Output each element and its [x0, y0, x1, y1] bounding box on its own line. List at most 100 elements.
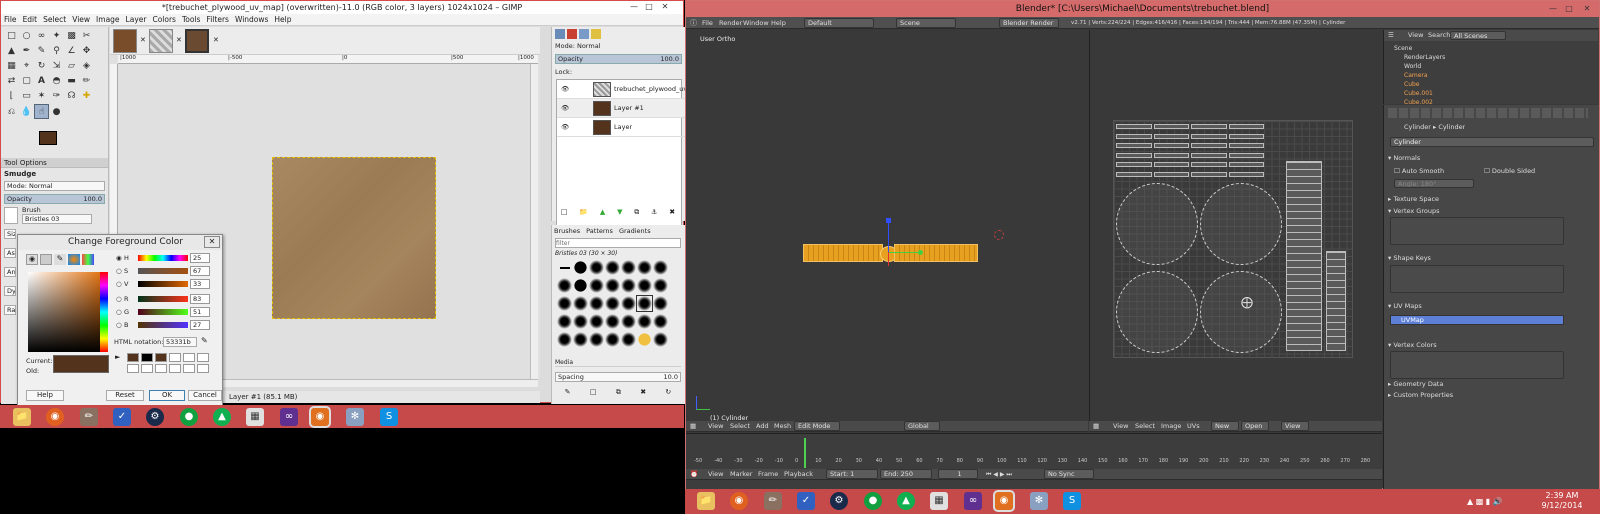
cage-icon[interactable]: ▢ [19, 74, 34, 89]
uv-circle-island[interactable] [1200, 271, 1282, 353]
uv-island[interactable] [1191, 171, 1227, 177]
channels-tab-icon[interactable] [567, 29, 577, 39]
layer-opacity-slider[interactable]: Opacity 100.0 [555, 54, 682, 64]
paths-tab-icon[interactable] [579, 29, 589, 39]
history-arrow-icon[interactable]: ► [115, 353, 120, 361]
channel-slider[interactable] [138, 309, 188, 315]
channel-row-h[interactable]: ◉ H 25 [116, 252, 220, 264]
firefox-icon[interactable]: ◉ [730, 492, 748, 510]
uv-island[interactable] [1153, 152, 1189, 158]
uv-island[interactable] [1153, 133, 1189, 139]
uv-island[interactable] [1116, 152, 1152, 158]
uv-island[interactable] [1153, 143, 1189, 148]
rate-label[interactable]: Rate [4, 305, 16, 315]
3d-viewport[interactable]: User Ortho (1) Cylinder [686, 30, 1088, 432]
bucket-fill-icon[interactable]: ◓ [49, 74, 64, 89]
app-icon[interactable]: ▲ [897, 492, 915, 510]
uv-island[interactable] [1153, 124, 1189, 129]
channel-row-g[interactable]: ○ G 51 [116, 306, 220, 318]
brush-thumb[interactable] [557, 260, 572, 275]
firefox-icon[interactable]: ◉ [46, 408, 64, 426]
properties-tabs[interactable] [1388, 108, 1588, 118]
scenes-dropdown[interactable]: All Scenes [1450, 31, 1506, 40]
foreground-color-swatch[interactable] [39, 131, 57, 145]
history-swatch[interactable] [141, 364, 153, 373]
uv-island[interactable] [1228, 171, 1264, 177]
outliner-item[interactable]: World [1394, 62, 1445, 71]
shear-icon[interactable]: ▱ [64, 59, 79, 74]
app-icon[interactable]: ● [864, 492, 882, 510]
menu-add[interactable]: Add [756, 421, 769, 431]
uv-image-editor[interactable]: ⨁ [1089, 30, 1382, 432]
z-axis-arrow[interactable] [888, 220, 889, 252]
paintbrush-icon[interactable]: ⌊ [4, 89, 19, 104]
steam-icon[interactable]: ⚙ [146, 408, 164, 426]
gimp-taskbar-icon[interactable]: ✏ [80, 408, 98, 426]
heal-icon[interactable]: ✚ [79, 89, 94, 104]
uv-island[interactable] [1191, 143, 1227, 148]
menu-layer[interactable]: Layer [123, 14, 150, 25]
outliner-item[interactable]: Camera [1394, 71, 1445, 80]
channel-value[interactable]: 27 [190, 320, 210, 330]
hue-strip[interactable] [100, 272, 108, 352]
menu-file[interactable]: File [702, 17, 713, 28]
layers-tab-icon[interactable] [555, 29, 565, 39]
menu-view[interactable]: View [1408, 30, 1423, 41]
app-icon[interactable]: ● [180, 408, 198, 426]
brush-thumb[interactable] [573, 314, 588, 329]
new-layer-icon[interactable]: □ [561, 208, 568, 218]
radio-icon[interactable]: ○ [116, 319, 122, 331]
blend-icon[interactable]: ▬ [64, 74, 79, 89]
angle-field[interactable]: Angle: 180° [1394, 179, 1474, 188]
channel-value[interactable]: 51 [190, 307, 210, 317]
start-frame-field[interactable]: Start: 1 [826, 469, 878, 479]
brush-selector[interactable]: Brush Bristles 03 [4, 206, 105, 225]
y-axis-handle[interactable] [918, 250, 923, 255]
new-brush-icon[interactable]: □ [590, 388, 597, 398]
editor-type-icon[interactable]: ⓘ [690, 17, 697, 28]
eye-icon[interactable]: 👁 [561, 80, 569, 99]
history-swatch[interactable] [127, 353, 139, 362]
foreground-select-icon[interactable]: ▲ [4, 44, 19, 59]
channel-value[interactable]: 83 [190, 294, 210, 304]
texture-space-section[interactable]: ▸ Texture Space [1388, 194, 1594, 204]
text-icon[interactable]: A [34, 74, 49, 89]
history-swatch[interactable] [197, 364, 209, 373]
brush-thumb[interactable] [653, 314, 668, 329]
paint-icon[interactable]: ✻ [346, 408, 364, 426]
uv-island[interactable] [1153, 171, 1189, 177]
color-picker-icon[interactable]: ✎ [34, 44, 49, 59]
brush-grid[interactable] [556, 260, 676, 355]
y-axis-arrow[interactable] [888, 252, 922, 253]
uv-grid[interactable]: ⨁ [1113, 120, 1353, 358]
layer-row[interactable]: 👁 Layer #1 [557, 99, 689, 118]
skype-icon[interactable]: S [1063, 492, 1081, 510]
layout-dropdown[interactable]: Default [804, 18, 874, 28]
history-swatch[interactable] [155, 353, 167, 362]
outliner-item[interactable]: Cube.001 [1394, 89, 1445, 98]
html-notation-input[interactable]: 53331b [163, 337, 197, 347]
blender-taskbar-icon[interactable]: ◉ [993, 490, 1015, 512]
uv-island[interactable] [1116, 162, 1152, 167]
picker-selector-icon[interactable]: ✎ [54, 254, 66, 265]
render-engine-dropdown[interactable]: Blender Render [999, 18, 1059, 28]
size-label[interactable]: Size [4, 229, 16, 239]
saturation-value-picker[interactable] [28, 272, 107, 352]
app-icon[interactable]: ▦ [246, 408, 264, 426]
object-crumb[interactable]: Cylinder [1404, 123, 1431, 131]
uv-maps-section[interactable]: ▾ UV Maps [1388, 301, 1594, 311]
spacing-slider[interactable]: Spacing 10.0 [555, 372, 681, 382]
edit-brush-icon[interactable]: ✎ [565, 388, 571, 398]
menu-select[interactable]: Select [730, 421, 750, 431]
end-frame-field[interactable]: End: 250 [880, 469, 932, 479]
radio-icon[interactable]: ◉ [116, 252, 122, 264]
reset-button[interactable]: Reset [106, 390, 144, 401]
uv-island[interactable] [1191, 124, 1227, 129]
color-select-icon[interactable]: ▩ [64, 29, 79, 44]
brush-category[interactable]: Media [555, 359, 681, 367]
uv-island[interactable] [1228, 162, 1264, 167]
clone-icon[interactable]: ☊ [64, 89, 79, 104]
brush-thumb[interactable] [653, 296, 668, 311]
file-explorer-icon[interactable]: 📁 [13, 408, 31, 426]
app-icon[interactable]: ▦ [930, 492, 948, 510]
